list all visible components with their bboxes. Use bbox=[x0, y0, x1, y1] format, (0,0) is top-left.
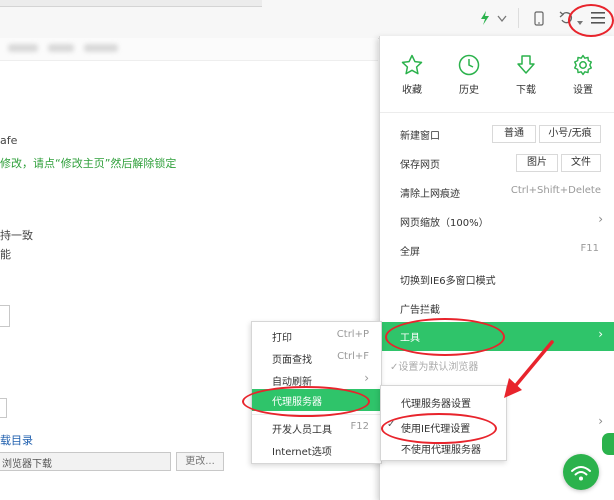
page-text-fragment: afe bbox=[0, 134, 18, 147]
menu-item-label: 广告拦截 bbox=[400, 305, 440, 316]
submenu-item-label: 自动刷新 bbox=[272, 377, 312, 388]
menu-item-label: 网页缩放（100%） bbox=[400, 218, 489, 229]
quick-action-history[interactable]: 历史 bbox=[447, 54, 491, 96]
menu-item-label: 工具 bbox=[400, 333, 420, 344]
submenu-item-internet-options[interactable]: Internet选项 bbox=[252, 439, 381, 461]
side-widget-tab[interactable] bbox=[602, 433, 614, 455]
submenu-item-shortcut: Ctrl+F bbox=[337, 351, 369, 362]
chevron-right-icon: › bbox=[598, 414, 603, 428]
homepage-lock-hint: 修改，请点“修改主页”然后解除锁定 bbox=[0, 157, 177, 170]
proxy-item-label: 使用IE代理设置 bbox=[401, 424, 471, 435]
network-widget[interactable] bbox=[563, 454, 599, 490]
menu-item-ie6-mode[interactable]: 切换到IE6多窗口模式 bbox=[380, 265, 614, 294]
download-icon bbox=[517, 55, 535, 74]
gear-icon bbox=[574, 54, 592, 76]
quick-action-favorites[interactable]: 收藏 bbox=[390, 54, 434, 96]
page-input-fragment[interactable] bbox=[0, 305, 10, 327]
menu-item-zoom[interactable]: 网页缩放（100%） › bbox=[380, 207, 614, 236]
menu-item-shortcut: Ctrl+Shift+Delete bbox=[510, 185, 601, 196]
clock-icon bbox=[458, 54, 480, 76]
check-icon: ✓ bbox=[387, 419, 396, 430]
proxy-item-label: 代理服务器设置 bbox=[401, 399, 471, 410]
star-icon bbox=[401, 54, 423, 75]
quick-action-label: 收藏 bbox=[402, 85, 422, 96]
browser-toolbar bbox=[0, 0, 614, 39]
undo-icon[interactable] bbox=[559, 11, 574, 28]
menu-item-shortcut: F11 bbox=[580, 243, 599, 254]
new-window-private-button[interactable]: 小号/无痕 bbox=[539, 125, 601, 143]
submenu-item-proxy[interactable]: 代理服务器 bbox=[252, 389, 381, 411]
mobile-icon[interactable] bbox=[534, 11, 544, 29]
change-download-dir-button[interactable]: 更改... bbox=[176, 452, 224, 471]
annotation-arrow-icon bbox=[504, 340, 554, 398]
chevron-right-icon: › bbox=[364, 371, 369, 385]
bolt-icon[interactable] bbox=[480, 11, 490, 28]
submenu-item-label: 开发人员工具 bbox=[272, 425, 332, 436]
submenu-item-label: 打印 bbox=[272, 333, 292, 344]
set-default-text: 设置为默认浏览器 bbox=[398, 362, 479, 373]
save-file-button[interactable]: 文件 bbox=[561, 154, 601, 172]
save-image-button[interactable]: 图片 bbox=[516, 154, 558, 172]
tab-strip bbox=[0, 0, 262, 7]
menu-item-new-window: 新建窗口 普通 小号/无痕 bbox=[380, 120, 614, 149]
bookmark-bar bbox=[0, 38, 378, 61]
proxy-item-label: 不使用代理服务器 bbox=[401, 445, 481, 456]
page-select-fragment[interactable] bbox=[0, 398, 7, 418]
submenu-item-devtools[interactable]: 开发人员工具 F12 bbox=[252, 417, 381, 439]
toolbar-divider bbox=[518, 8, 519, 28]
submenu-item-shortcut: F12 bbox=[350, 421, 369, 432]
undo-dropdown-icon[interactable] bbox=[577, 15, 583, 28]
chevron-right-icon: › bbox=[598, 212, 603, 226]
page-text-fragment: 能 bbox=[0, 248, 11, 261]
quick-action-label: 设置 bbox=[573, 85, 593, 96]
proxy-item-settings[interactable]: 代理服务器设置 bbox=[381, 390, 506, 414]
download-path-value: 浏览器下载 bbox=[2, 459, 52, 470]
quick-action-label: 下载 bbox=[516, 85, 536, 96]
menu-item-label: 全屏 bbox=[400, 247, 420, 258]
proxy-item-no-proxy[interactable]: 不使用代理服务器 bbox=[381, 436, 506, 460]
page-text-fragment: 持一致 bbox=[0, 229, 33, 242]
submenu-item-label: 代理服务器 bbox=[272, 397, 322, 408]
menu-item-save-page: 保存网页 图片 文件 bbox=[380, 149, 614, 178]
submenu-divider bbox=[252, 414, 381, 415]
quick-action-downloads[interactable]: 下载 bbox=[504, 54, 548, 96]
menu-item-label: 保存网页 bbox=[400, 160, 440, 171]
menu-divider bbox=[380, 112, 614, 113]
chevron-down-icon[interactable] bbox=[497, 13, 507, 26]
submenu-item-label: Internet选项 bbox=[272, 447, 332, 458]
menu-item-clear-traces[interactable]: 清除上网痕迹 Ctrl+Shift+Delete bbox=[380, 178, 614, 207]
change-button-label: 更改... bbox=[185, 456, 215, 467]
hamburger-menu-icon[interactable] bbox=[591, 12, 605, 27]
menu-item-label: 新建窗口 bbox=[400, 131, 440, 142]
new-window-normal-button[interactable]: 普通 bbox=[492, 125, 536, 143]
submenu-item-auto-refresh[interactable]: 自动刷新 › bbox=[252, 369, 381, 391]
submenu-item-print[interactable]: 打印 Ctrl+P bbox=[252, 325, 381, 347]
submenu-item-label: 页面查找 bbox=[272, 355, 312, 366]
chevron-right-icon: › bbox=[598, 327, 603, 341]
menu-item-label: 清除上网痕迹 bbox=[400, 189, 460, 200]
menu-item-label: ✓设置为默认浏览器 bbox=[390, 358, 478, 373]
submenu-item-find[interactable]: 页面查找 Ctrl+F bbox=[252, 347, 381, 369]
menu-item-tools[interactable]: 工具 › bbox=[380, 322, 614, 351]
submenu-item-shortcut: Ctrl+P bbox=[336, 329, 369, 340]
menu-item-fullscreen[interactable]: 全屏 F11 bbox=[380, 236, 614, 265]
wifi-icon bbox=[571, 466, 591, 481]
download-dir-label: 载目录 bbox=[0, 434, 33, 447]
download-path-field[interactable]: 浏览器下载 bbox=[0, 452, 171, 471]
menu-item-ad-block[interactable]: 广告拦截 bbox=[380, 294, 614, 323]
quick-action-label: 历史 bbox=[459, 85, 479, 96]
proxy-submenu: 代理服务器设置 ✓ 使用IE代理设置 不使用代理服务器 bbox=[380, 385, 507, 461]
quick-action-settings[interactable]: 设置 bbox=[561, 54, 605, 96]
tools-submenu: 打印 Ctrl+P 页面查找 Ctrl+F 自动刷新 › 代理服务器 开发人员工… bbox=[251, 321, 382, 464]
menu-item-label: 切换到IE6多窗口模式 bbox=[400, 276, 496, 287]
menu-item-set-default[interactable]: ✓设置为默认浏览器 bbox=[380, 351, 614, 380]
